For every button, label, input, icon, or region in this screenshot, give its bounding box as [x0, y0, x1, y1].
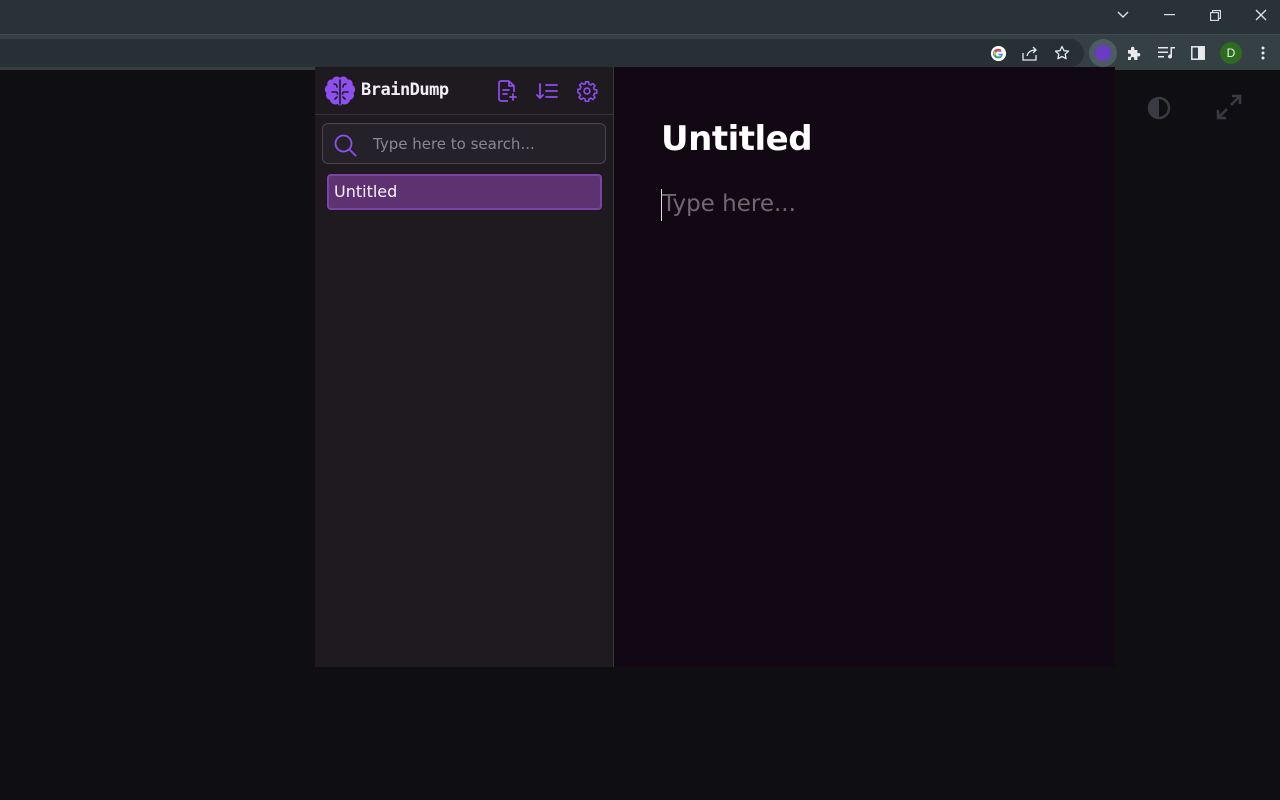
media-queue-button[interactable] [1154, 41, 1178, 65]
minimize-button[interactable] [1146, 0, 1192, 30]
settings-button[interactable] [574, 78, 600, 104]
side-panel-button[interactable] [1186, 41, 1210, 65]
sort-icon [536, 83, 558, 99]
browser-title-bar [0, 0, 1280, 34]
sort-notes-button[interactable] [534, 78, 560, 104]
extensions-puzzle-icon [1128, 46, 1141, 60]
close-window-button[interactable] [1238, 0, 1280, 30]
profile-avatar[interactable]: D [1220, 42, 1242, 64]
search-input[interactable] [373, 132, 595, 156]
restore-icon [1209, 9, 1221, 21]
expand-button[interactable] [1215, 93, 1243, 125]
new-note-button[interactable] [494, 78, 520, 104]
share-button[interactable] [1018, 41, 1042, 65]
address-bar[interactable] [0, 39, 1084, 67]
braindump-extension-icon [1095, 45, 1111, 61]
brand-name: BrainDump [361, 80, 449, 100]
share-icon [1021, 46, 1037, 61]
note-editor: Untitled Type here... [614, 67, 1115, 667]
browser-toolbar: D [0, 34, 1280, 70]
minimize-icon [1163, 14, 1175, 16]
notes-sidebar: BrainDump Untitled [315, 67, 614, 667]
note-title[interactable]: Untitled [661, 119, 813, 159]
menu-dots-icon [1261, 46, 1265, 60]
side-panel-icon [1191, 46, 1205, 60]
contrast-toggle-button[interactable] [1147, 96, 1171, 124]
tab-search-button[interactable] [1100, 0, 1146, 30]
google-lens-button[interactable] [986, 41, 1010, 65]
chevron-down-icon [1117, 11, 1129, 18]
close-icon [1255, 9, 1267, 21]
expand-icon [1216, 94, 1242, 120]
google-icon [990, 45, 1006, 61]
extensions-button[interactable] [1122, 41, 1146, 65]
note-list-item[interactable]: Untitled [327, 174, 602, 210]
settings-icon [577, 81, 598, 102]
sidebar-header: BrainDump [315, 67, 613, 115]
bookmark-button[interactable] [1050, 41, 1074, 65]
new-note-icon [498, 80, 517, 102]
contrast-icon [1147, 96, 1171, 120]
search-box [322, 123, 606, 164]
chrome-menu-button[interactable] [1251, 41, 1275, 65]
media-queue-icon [1157, 47, 1175, 59]
bookmark-star-icon [1054, 45, 1070, 60]
note-body-input[interactable]: Type here... [662, 191, 796, 217]
braindump-popup: BrainDump Untitled Untitled Type here... [315, 67, 1115, 667]
search-icon [334, 134, 357, 157]
braindump-extension-button[interactable] [1089, 39, 1117, 67]
brain-logo-icon [324, 76, 356, 106]
restore-button[interactable] [1192, 0, 1238, 30]
